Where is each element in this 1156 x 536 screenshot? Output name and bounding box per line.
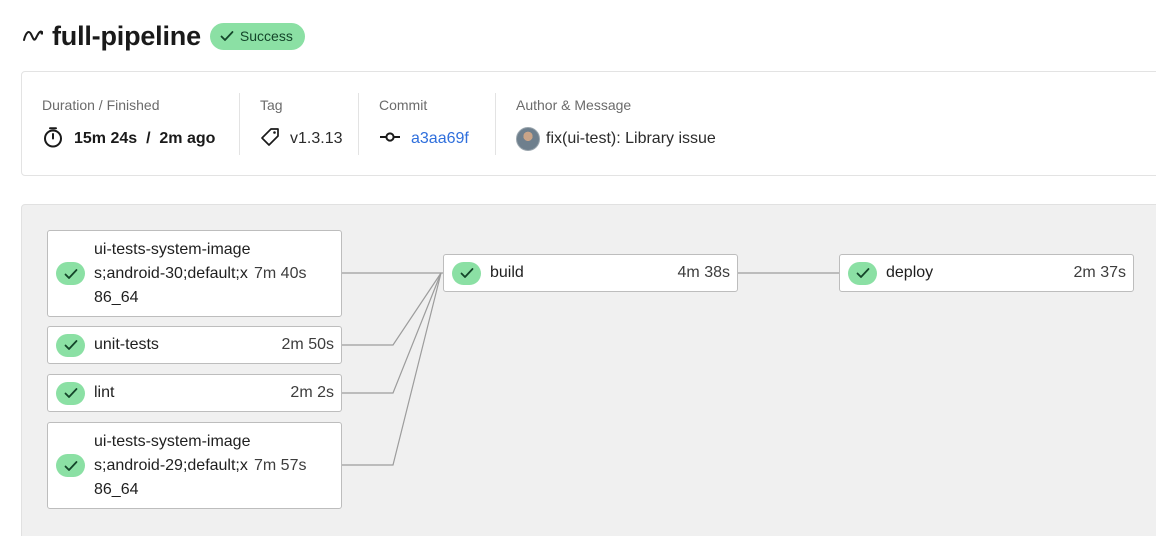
step-build[interactable]: build 4m 38s [443,254,738,292]
check-icon [56,381,85,405]
duration-label: Duration / Finished [42,97,160,113]
page-title: full-pipeline [52,20,201,51]
step-lint[interactable]: lint 2m 2s [47,374,342,412]
commit-icon [379,130,401,148]
pipeline-icon [22,25,44,47]
step-duration: 2m 2s [290,384,334,401]
finished-text: 2m ago [159,130,216,147]
check-icon [56,454,85,477]
check-icon [56,262,85,285]
step-name: deploy [886,264,934,281]
page-header: full-pipeline Success [22,18,305,54]
status-badge: Success [209,22,305,50]
step-name: unit-tests [94,336,159,353]
step-name: build [490,264,524,281]
check-icon [848,261,877,285]
step-duration: 7m 40s [254,264,307,282]
pipeline-graph: ui-tests-system-images;android-30;defaul… [21,204,1156,536]
author-value: fix(ui-test): Library issue [516,127,716,151]
step-duration: 7m 57s [254,456,307,474]
check-icon [452,261,481,285]
step-name: lint [94,384,115,401]
commit-label: Commit [379,97,428,113]
divider [239,93,240,155]
step-name: ui-tests-system-images;android-29;defaul… [94,432,251,498]
author-label: Author & Message [516,97,632,113]
step-duration: 4m 38s [677,264,730,281]
commit-value: a3aa69f [379,127,469,151]
step-ui-tests-android-30[interactable]: ui-tests-system-images;android-30;defaul… [47,230,342,317]
step-name: ui-tests-system-images;android-30;defaul… [94,240,251,306]
tag-text: v1.3.13 [290,130,343,147]
commit-message: fix(ui-test): Library issue [546,130,716,147]
pipeline-page: full-pipeline Success Duration / Finishe… [0,0,1156,536]
duration-separator: / [146,130,151,147]
check-icon [220,31,234,41]
check-icon [56,333,85,357]
step-deploy[interactable]: deploy 2m 37s [839,254,1134,292]
duration-text: 15m 24s [74,130,138,147]
duration-value: 15m 24s / 2m ago [42,126,216,153]
divider [495,93,496,155]
avatar[interactable] [516,127,540,151]
status-text: Success [239,28,293,44]
stopwatch-icon [42,126,64,153]
pipeline-info-card: Duration / Finished 15m 24s / 2m ago Tag… [21,71,1156,176]
step-duration: 2m 50s [281,336,334,353]
step-ui-tests-android-29[interactable]: ui-tests-system-images;android-29;defaul… [47,422,342,509]
tag-icon [260,127,280,152]
commit-link[interactable]: a3aa69f [411,130,469,148]
tag-value: v1.3.13 [260,127,342,151]
tag-label: Tag [260,97,283,113]
divider [358,93,359,155]
step-unit-tests[interactable]: unit-tests 2m 50s [47,326,342,364]
step-duration: 2m 37s [1073,264,1126,281]
